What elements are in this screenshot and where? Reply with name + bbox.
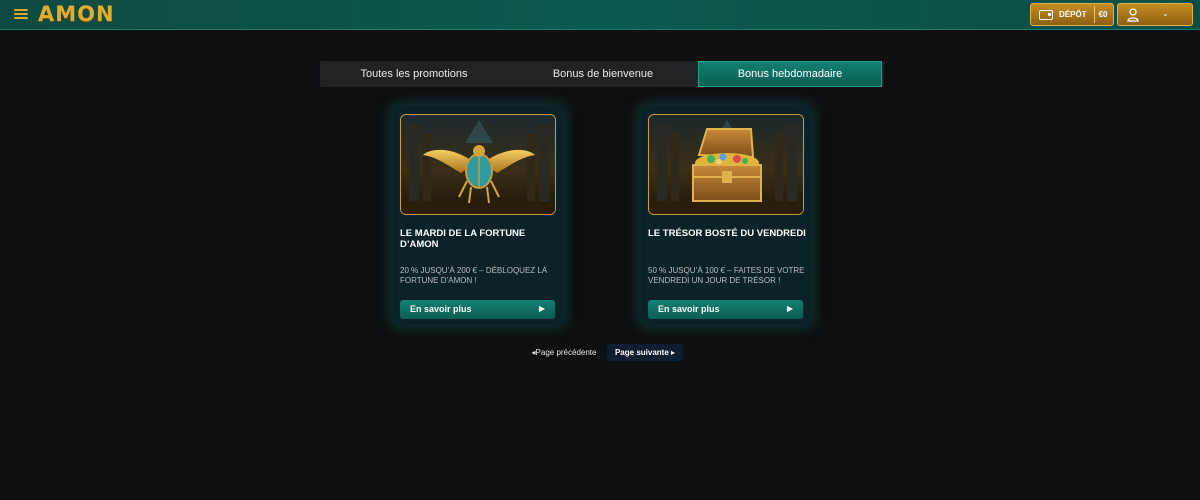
treasure-chest-icon	[649, 115, 803, 214]
promo-card: LE TRÉSOR BOSTÉ DU VENDREDI 50 % JUSQU’À…	[641, 106, 811, 325]
deposit-label: DÉPÔT	[1059, 10, 1087, 19]
tab-all-promotions[interactable]: Toutes les promotions	[320, 61, 508, 87]
top-header: AMON DÉPÔT €0 ⌄	[0, 0, 1200, 30]
chevron-down-icon: ⌄	[1162, 9, 1169, 18]
promo-title: LE TRÉSOR BOSTÉ DU VENDREDI	[648, 228, 806, 239]
tab-welcome-bonus[interactable]: Bonus de bienvenue	[508, 61, 698, 87]
previous-page-button[interactable]: ◂Page précédente	[524, 345, 604, 360]
promo-card: LE MARDI DE LA FORTUNE D’AMON 20 % JUSQU…	[393, 106, 563, 325]
deposit-button[interactable]: DÉPÔT €0	[1030, 3, 1114, 26]
promotion-tabs: Toutes les promotions Bonus de bienvenue…	[320, 61, 884, 87]
learn-more-label: En savoir plus	[410, 304, 472, 314]
user-menu-button[interactable]: ⌄	[1117, 3, 1193, 26]
learn-more-label: En savoir plus	[658, 304, 720, 314]
learn-more-button[interactable]: En savoir plus ▶	[400, 300, 555, 319]
balance-value: €0	[1098, 10, 1108, 19]
promo-description: 50 % JUSQU’À 100 € – FAITES DE VOTRE VEN…	[648, 266, 805, 285]
learn-more-button[interactable]: En savoir plus ▶	[648, 300, 803, 319]
play-arrow-icon: ▶	[786, 304, 793, 313]
scarab-icon	[401, 115, 555, 214]
promo-title: LE MARDI DE LA FORTUNE D’AMON	[400, 228, 526, 250]
divider	[1093, 6, 1095, 23]
play-arrow-icon: ▶	[538, 304, 545, 313]
user-icon	[1127, 8, 1139, 22]
wallet-icon	[1039, 9, 1053, 20]
tab-weekly-bonus[interactable]: Bonus hebdomadaire	[698, 61, 882, 87]
promo-description: 20 % JUSQU’À 200 € – DÉBLOQUEZ LA FORTUN…	[400, 266, 547, 285]
hamburger-menu-icon[interactable]	[14, 7, 28, 21]
next-page-button[interactable]: Page suivante ▸	[607, 344, 683, 361]
promo-image	[648, 114, 804, 215]
promo-image	[400, 114, 556, 215]
logo[interactable]: AMON	[38, 2, 115, 26]
